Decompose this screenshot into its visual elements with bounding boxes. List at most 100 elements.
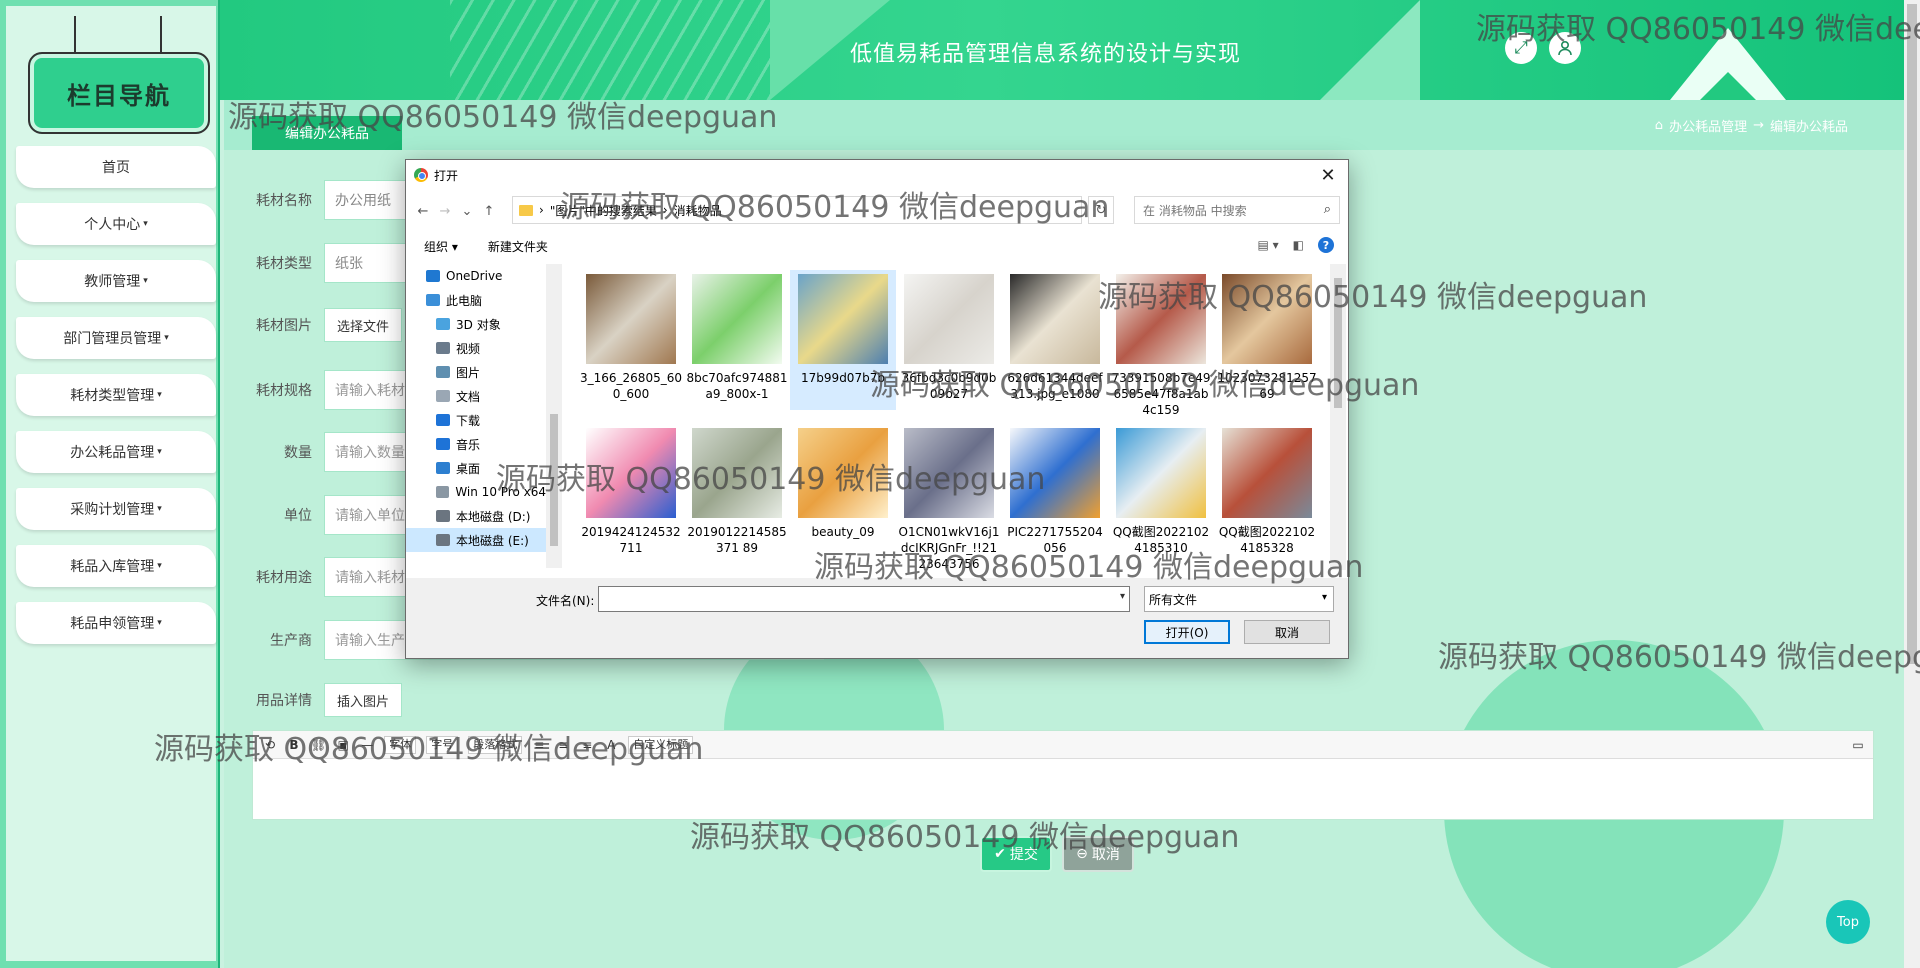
address-bar[interactable]: › "图片"中的搜索结果 › 消耗物品 <box>512 196 1082 224</box>
address-segment[interactable]: 消耗物品 <box>674 202 722 219</box>
tree-item[interactable]: 本地磁盘 (D:) <box>406 504 546 528</box>
home-icon[interactable]: ⌂ <box>1655 118 1663 133</box>
page-tab[interactable]: 编辑办公耗品 <box>252 116 402 150</box>
chevron-down-icon[interactable]: ▾ <box>1120 591 1125 602</box>
align-center-icon[interactable]: ≡ <box>556 738 570 752</box>
source-icon[interactable]: ⟲ <box>263 738 277 752</box>
align-left-icon[interactable]: ≡ <box>532 738 546 752</box>
tree-item[interactable]: 音乐 <box>406 432 546 456</box>
hr-icon[interactable]: — <box>360 738 374 752</box>
scroll-thumb[interactable] <box>1907 4 1917 664</box>
tree-item[interactable]: 下载 <box>406 408 546 432</box>
back-to-top-button[interactable]: Top <box>1826 900 1870 944</box>
file-name: 2019012214585371 89 <box>687 525 787 555</box>
sidebar-item[interactable]: 首页 <box>16 146 216 188</box>
view-mode-icon[interactable]: ▤ ▾ <box>1257 238 1278 252</box>
recent-locations-icon[interactable]: ⌄ <box>456 204 478 219</box>
link-icon[interactable]: ⛓ <box>311 738 326 752</box>
tree-item[interactable]: 此电脑 <box>406 288 546 312</box>
search-input[interactable]: 在 消耗物品 中搜索 ⌕ <box>1134 196 1340 224</box>
dialog-cancel-button[interactable]: 取消 <box>1244 620 1330 644</box>
file-thumbnail[interactable]: 73391508b7e496585e47f8a1ab4c159 <box>1108 270 1214 417</box>
cancel-button[interactable]: ⊖ 取消 <box>1062 836 1134 872</box>
tree-item[interactable]: 本地磁盘 (E:) <box>406 528 546 552</box>
image-icon[interactable]: ▣ <box>336 738 350 752</box>
file-thumbnail[interactable]: 102307328125769 <box>1214 270 1318 410</box>
refresh-icon[interactable]: ↻ <box>1088 196 1114 224</box>
sidebar-item[interactable]: 个人中心 ▾ <box>16 203 216 245</box>
size-select[interactable]: 字号 <box>426 735 459 754</box>
forward-arrow-icon[interactable]: → <box>434 204 456 219</box>
cancel-label: 取消 <box>1091 847 1120 863</box>
header-decoration <box>1320 0 1420 100</box>
tree-item[interactable]: OneDrive <box>406 264 546 288</box>
breadcrumb-item[interactable]: 办公耗品管理 <box>1669 116 1747 135</box>
file-thumbnail[interactable]: 2019012214585371 89 <box>684 424 790 564</box>
sidebar-item[interactable]: 办公耗品管理 ▾ <box>16 431 216 473</box>
bold-icon[interactable]: B <box>287 738 301 752</box>
tree-item[interactable]: 3D 对象 <box>406 312 546 336</box>
tree-item[interactable]: 视频 <box>406 336 546 360</box>
sidebar-item[interactable]: 采购计划管理 ▾ <box>16 488 216 530</box>
preview-pane-icon[interactable]: ◧ <box>1293 238 1304 252</box>
search-icon[interactable]: ⌕ <box>1324 202 1331 217</box>
tree-item[interactable]: Win 10 Pro x64 <box>406 480 546 504</box>
filetype-select[interactable]: 所有文件 ▾ <box>1144 586 1334 612</box>
tree-item[interactable]: 图片 <box>406 360 546 384</box>
back-arrow-icon[interactable]: ← <box>412 204 434 219</box>
file-thumbnail[interactable]: QQ截图20221024185310 <box>1108 424 1214 564</box>
file-thumbnail[interactable]: 2019424124532711 <box>578 424 684 564</box>
file-thumbnail[interactable]: 36fbd3c0b9d0b09b27 <box>896 270 1002 410</box>
file-thumbnail[interactable]: 8bc70afc974881a9_800x-1 <box>684 270 790 410</box>
choose-file-button[interactable]: 选择文件 <box>324 308 403 342</box>
help-icon[interactable]: ? <box>1318 237 1334 253</box>
tree-scroll-thumb[interactable] <box>550 414 558 546</box>
file-name: 8bc70afc974881a9_800x-1 <box>686 371 788 401</box>
new-folder-button[interactable]: 新建文件夹 <box>488 238 548 255</box>
sidebar-item[interactable]: 耗材类型管理 ▾ <box>16 374 216 416</box>
expand-icon[interactable]: ⤢ <box>1505 32 1537 64</box>
image-preview <box>904 274 994 364</box>
sidebar-item[interactable]: 部门管理员管理 ▾ <box>16 317 216 359</box>
tree-item[interactable]: 桌面 <box>406 456 546 480</box>
tree-scrollbar[interactable] <box>546 264 562 568</box>
documents-icon <box>436 390 450 402</box>
close-icon[interactable]: ✕ <box>1314 162 1342 188</box>
sidebar-item[interactable]: 耗品申领管理 ▾ <box>16 602 216 644</box>
custom-title-select[interactable]: 自定义标题 <box>628 735 694 754</box>
file-thumbnail[interactable]: O1CN01wkV16j1dcIKRJGnFr_!!2123643756 <box>896 424 1002 570</box>
detail-label: 用品详情 <box>256 693 312 709</box>
sidebar-item-label: 耗材类型管理 <box>70 388 155 404</box>
file-thumbnail[interactable]: 17b99d07b7b <box>790 270 896 410</box>
grid-scroll-thumb[interactable] <box>1334 278 1342 408</box>
file-thumbnail[interactable]: 3_166_26805_600_600 <box>578 270 684 410</box>
search-placeholder: 在 消耗物品 中搜索 <box>1143 203 1247 218</box>
up-arrow-icon[interactable]: ↑ <box>478 204 500 219</box>
page-scrollbar[interactable] <box>1904 0 1920 968</box>
rich-text-editor[interactable]: ⟲ B ⛓ ▣ — 字体 字号 段落格式 ≡ ≡ ≡ A 自定义标题 ▭ <box>252 730 1874 820</box>
font-color-icon[interactable]: A <box>604 738 618 752</box>
tree-item[interactable]: 文档 <box>406 384 546 408</box>
file-thumbnail[interactable]: 626d61344deef313.jpg_e1080 <box>1002 270 1108 410</box>
caret-down-icon: ▾ <box>157 618 162 628</box>
user-icon[interactable] <box>1549 32 1581 64</box>
insert-image-button[interactable]: 插入图片 <box>324 683 403 717</box>
name-label: 耗材名称 <box>256 193 312 209</box>
submit-button[interactable]: ✔ 提交 <box>980 836 1052 872</box>
nav-title-box: 栏目导航 <box>28 52 210 134</box>
sidebar-item-label: 首页 <box>102 160 130 176</box>
organize-menu[interactable]: 组织 ▾ <box>424 238 458 255</box>
address-segment[interactable]: "图片"中的搜索结果 <box>550 202 657 219</box>
sidebar-item[interactable]: 教师管理 ▾ <box>16 260 216 302</box>
filename-input[interactable]: ▾ <box>598 586 1130 612</box>
file-thumbnail[interactable]: QQ截图20221024185328 <box>1214 424 1318 564</box>
grid-scrollbar[interactable] <box>1330 264 1346 570</box>
file-thumbnail[interactable]: beauty_09 <box>790 424 896 564</box>
sidebar-item[interactable]: 耗品入库管理 ▾ <box>16 545 216 587</box>
paragraph-select[interactable]: 段落格式 <box>468 735 523 754</box>
align-justify-icon[interactable]: ≡ <box>580 738 594 752</box>
fullscreen-editor-icon[interactable]: ▭ <box>1851 738 1865 752</box>
font-select[interactable]: 字体 <box>384 735 417 754</box>
open-button[interactable]: 打开(O) <box>1144 620 1230 644</box>
file-thumbnail[interactable]: PIC2271755204056 <box>1002 424 1108 564</box>
